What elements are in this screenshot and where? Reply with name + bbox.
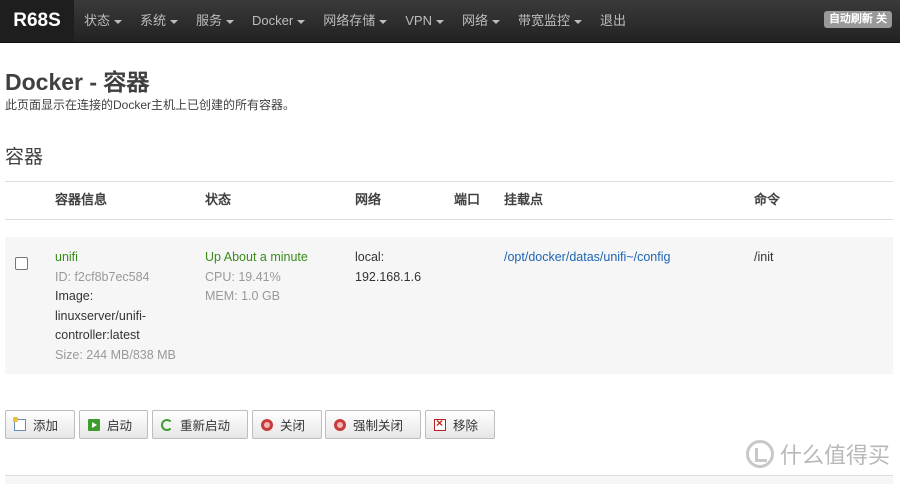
container-image-line2: controller:latest bbox=[55, 328, 140, 342]
container-image-line1: linuxserver/unifi- bbox=[55, 308, 147, 323]
menu-services[interactable]: 服务 bbox=[187, 0, 243, 42]
page-description: 此页面显示在连接的Docker主机上已创建的所有容器。 bbox=[5, 98, 296, 112]
chevron-down-icon bbox=[379, 19, 388, 24]
column-header-mounts: 挂载点 bbox=[504, 192, 544, 207]
chevron-down-icon bbox=[114, 19, 123, 24]
remove-button[interactable]: 移除 bbox=[425, 410, 495, 439]
watermark: 什么值得买 bbox=[745, 438, 890, 470]
mount-link[interactable]: /opt/docker/datas/unifi~/config bbox=[504, 248, 670, 268]
top-navbar: R68S 状态 系统 服务 Docker 网络存储 VPN 网络 带宽监控 退出… bbox=[0, 0, 900, 43]
add-button-label: 添加 bbox=[33, 419, 59, 433]
start-button-label: 启动 bbox=[107, 419, 133, 433]
row-select-checkbox[interactable] bbox=[15, 257, 28, 270]
menu-status[interactable]: 状态 bbox=[75, 0, 131, 42]
delete-icon bbox=[434, 416, 446, 431]
container-network-cell: local: 192.168.1.6 bbox=[355, 248, 421, 287]
chevron-down-icon bbox=[574, 19, 583, 24]
watermark-text: 什么值得买 bbox=[779, 443, 890, 468]
start-button[interactable]: 启动 bbox=[79, 410, 148, 439]
watermark-logo-icon bbox=[745, 440, 774, 468]
menu-system-label: 系统 bbox=[140, 13, 167, 28]
menu-services-label: 服务 bbox=[196, 13, 223, 28]
add-icon bbox=[13, 416, 26, 431]
menu-network-label: 网络 bbox=[461, 13, 488, 28]
network-name: local: bbox=[355, 250, 385, 264]
section-title: 容器 bbox=[5, 147, 44, 168]
container-command: /init bbox=[754, 250, 774, 264]
container-info-cell: unifi ID: f2cf8b7ec584 Image: linuxserve… bbox=[55, 248, 176, 365]
add-button[interactable]: 添加 bbox=[5, 410, 75, 439]
menu-logout[interactable]: 退出 bbox=[591, 0, 635, 42]
chevron-down-icon bbox=[492, 19, 500, 24]
menu-bandwidth-label: 带宽监控 bbox=[518, 13, 571, 28]
network-ip: 192.168.1.6 bbox=[355, 269, 422, 284]
menu-docker[interactable]: Docker bbox=[243, 0, 314, 42]
menu-nas[interactable]: 网络存储 bbox=[314, 0, 396, 42]
menu-logout-label: 退出 bbox=[600, 13, 627, 28]
table-header: 容器信息 状态 网络 端口 挂载点 命令 bbox=[5, 181, 893, 220]
chevron-down-icon bbox=[170, 19, 179, 24]
menu-system[interactable]: 系统 bbox=[131, 0, 187, 42]
restart-button-label: 重新启动 bbox=[180, 419, 231, 433]
kill-button-label: 强制关闭 bbox=[353, 419, 404, 433]
container-image-label: Image: bbox=[55, 289, 94, 303]
stop-icon bbox=[261, 418, 273, 431]
container-cpu: CPU: 19.41% bbox=[205, 269, 281, 284]
stop-button[interactable]: 关闭 bbox=[252, 410, 322, 439]
container-size: Size: 244 MB/838 MB bbox=[55, 347, 176, 362]
container-status: Up About a minute bbox=[205, 250, 308, 264]
column-header-ports: 端口 bbox=[454, 192, 481, 207]
play-icon bbox=[88, 418, 100, 431]
menu-bandwidth[interactable]: 带宽监控 bbox=[509, 0, 591, 42]
menu-nas-label: 网络存储 bbox=[323, 13, 376, 28]
table-row: unifi ID: f2cf8b7ec584 Image: linuxserve… bbox=[5, 237, 893, 374]
menu-status-label: 状态 bbox=[84, 13, 111, 28]
column-header-status: 状态 bbox=[205, 192, 232, 207]
chevron-down-icon bbox=[226, 19, 235, 24]
container-name[interactable]: unifi bbox=[55, 248, 176, 268]
refresh-icon bbox=[161, 418, 173, 431]
chevron-down-icon bbox=[435, 19, 444, 24]
column-header-network: 网络 bbox=[355, 192, 382, 207]
main-menu: 状态 系统 服务 Docker 网络存储 VPN 网络 带宽监控 退出 bbox=[75, 0, 635, 42]
stop-button-label: 关闭 bbox=[280, 419, 306, 433]
brand-logo[interactable]: R68S bbox=[0, 0, 74, 42]
auto-refresh-toggle[interactable]: 自动刷新 关 bbox=[823, 11, 892, 28]
container-status-cell: Up About a minute CPU: 19.41% MEM: 1.0 G… bbox=[205, 248, 308, 307]
column-header-info: 容器信息 bbox=[55, 192, 108, 207]
menu-docker-label: Docker bbox=[252, 13, 294, 28]
remove-button-label: 移除 bbox=[453, 419, 479, 433]
force-stop-icon bbox=[334, 418, 346, 431]
container-mem: MEM: 1.0 GB bbox=[205, 289, 281, 303]
container-id: ID: f2cf8b7ec584 bbox=[55, 269, 150, 284]
menu-vpn-label: VPN bbox=[405, 13, 432, 28]
chevron-down-icon bbox=[297, 19, 306, 24]
menu-network[interactable]: 网络 bbox=[453, 0, 509, 42]
kill-button[interactable]: 强制关闭 bbox=[325, 410, 421, 439]
menu-vpn[interactable]: VPN bbox=[396, 0, 453, 42]
page-title: Docker - 容器 bbox=[5, 69, 150, 95]
restart-button[interactable]: 重新启动 bbox=[152, 410, 248, 439]
column-header-command: 命令 bbox=[754, 192, 781, 207]
